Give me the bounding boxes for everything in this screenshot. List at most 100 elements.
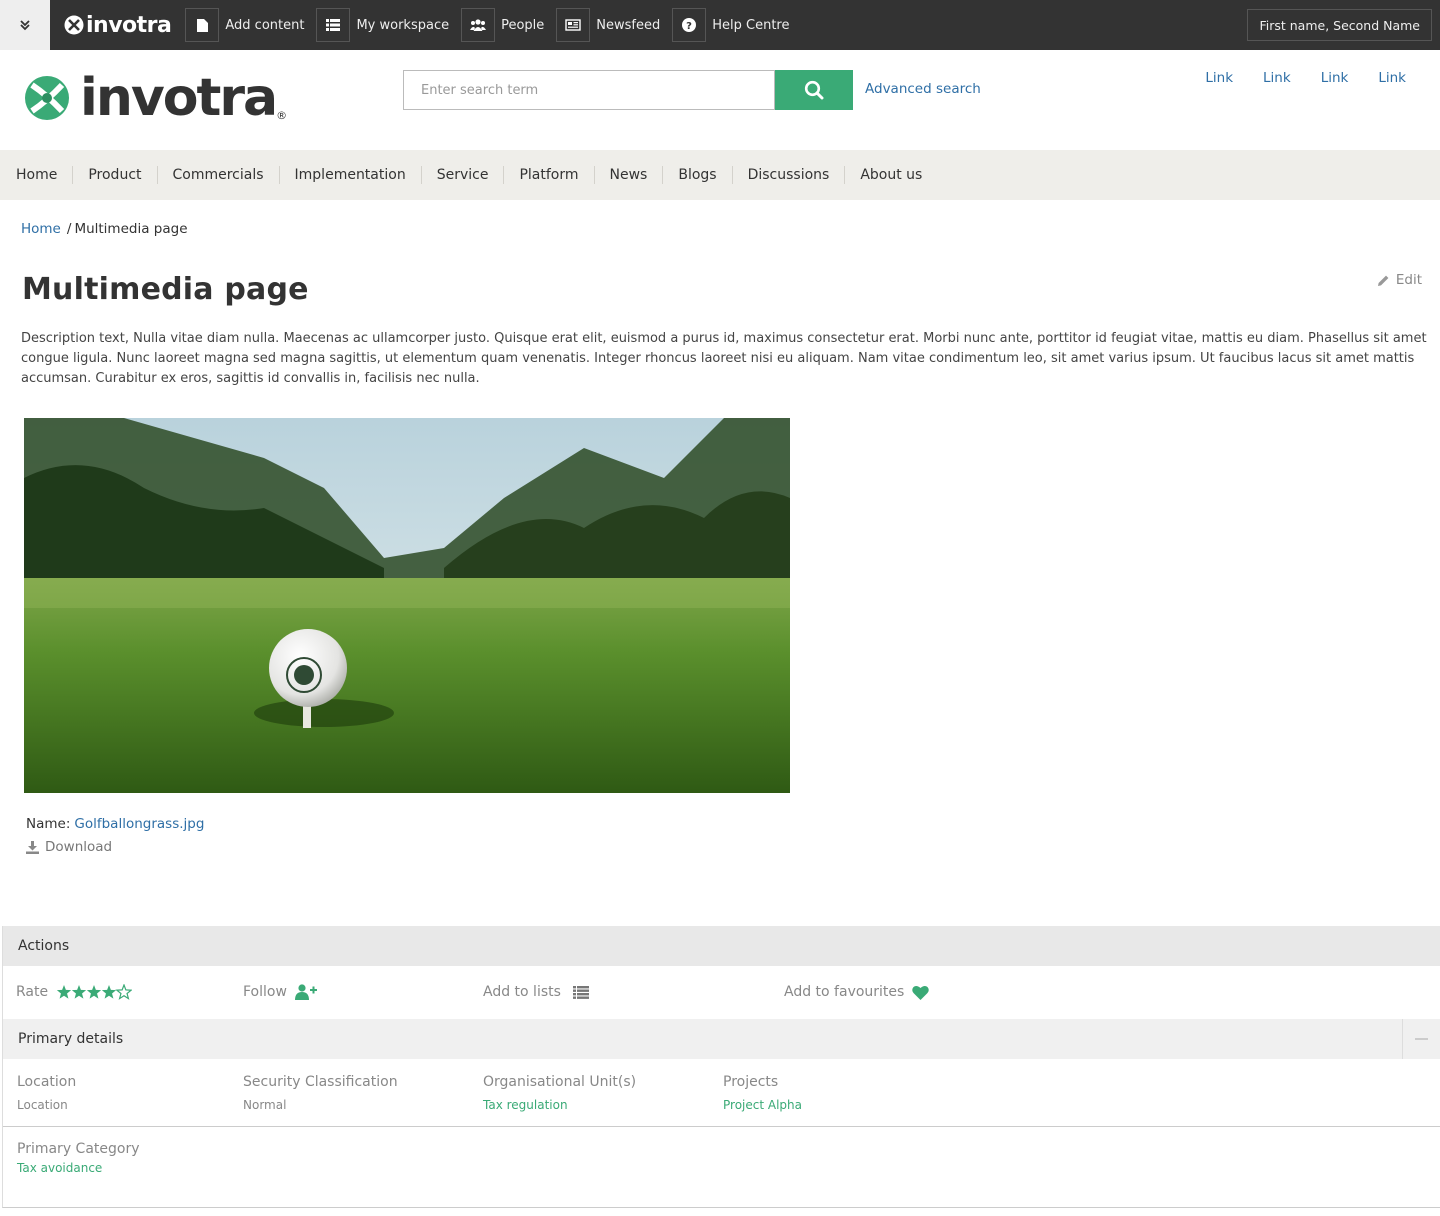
nav-item-commercials[interactable]: Commercials: [156, 166, 279, 184]
search-icon: [804, 80, 824, 100]
brand-wordmark: invotra: [80, 68, 278, 128]
newsfeed-button[interactable]: Newsfeed: [556, 8, 660, 42]
rate-control[interactable]: Rate: [16, 984, 133, 1000]
nav-item-platform[interactable]: Platform: [503, 166, 593, 184]
users-icon: [470, 19, 487, 31]
question-icon: ?: [682, 18, 697, 32]
add-to-favourites-label: Add to favourites: [784, 984, 905, 1000]
nav-item-about-us[interactable]: About us: [844, 166, 937, 184]
list-icon: [326, 19, 341, 31]
organisational-unit-link[interactable]: Tax regulation: [483, 1098, 636, 1112]
nav-item-service[interactable]: Service: [420, 166, 504, 184]
edit-label: Edit: [1395, 272, 1422, 288]
double-chevron-down-icon: [20, 20, 30, 31]
edit-button[interactable]: Edit: [1377, 272, 1422, 288]
breadcrumb-separator: /: [66, 221, 72, 237]
add-content-button[interactable]: Add content: [185, 8, 304, 42]
help-centre-label: Help Centre: [712, 17, 790, 33]
projects-label: Projects: [723, 1074, 779, 1090]
pencil-icon: [1377, 275, 1389, 286]
toolbar-logo[interactable]: invotra: [64, 12, 172, 38]
breadcrumb-home-link[interactable]: Home: [21, 221, 61, 237]
collapse-button[interactable]: [1402, 1019, 1440, 1059]
download-label: Download: [45, 839, 113, 855]
add-to-favourites-button[interactable]: Add to favourites: [784, 984, 930, 1000]
list-icon: [572, 985, 589, 999]
follow-button[interactable]: Follow: [243, 984, 317, 1000]
header-link-4[interactable]: Link: [1378, 70, 1406, 86]
location-field: Location Location: [17, 1074, 76, 1112]
actions-header[interactable]: Actions: [3, 926, 1440, 966]
people-icon-box: [461, 8, 496, 42]
site-logo[interactable]: invotra ®: [24, 72, 287, 124]
main-navigation: Home Product Commercials Implementation …: [0, 150, 1440, 200]
file-name-row: Name: Golfballongrass.jpg: [26, 816, 204, 832]
newspaper-icon: [565, 19, 581, 31]
help-centre-button[interactable]: ? Help Centre: [672, 8, 790, 42]
details-divider: [3, 1126, 1440, 1127]
toolbar-logo-text: invotra: [86, 12, 172, 38]
help-centre-icon-box: ?: [672, 8, 707, 42]
header-links: Link Link Link Link: [1175, 70, 1406, 86]
search-button[interactable]: [775, 70, 853, 110]
site-header: invotra ® Advanced search Link Link Link…: [0, 50, 1440, 150]
actions-row: Rate Follow Add to lists Add to favourit…: [3, 966, 1440, 1019]
page-title: Multimedia page: [22, 272, 309, 307]
breadcrumb-current: Multimedia page: [74, 221, 188, 237]
page-description: Description text, Nulla vitae diam nulla…: [21, 331, 1427, 386]
golf-ball-photo: [24, 418, 790, 793]
header-link-2[interactable]: Link: [1263, 70, 1291, 86]
invotra-logo-icon: [25, 76, 69, 120]
advanced-search-link[interactable]: Advanced search: [865, 81, 981, 97]
rate-label: Rate: [16, 984, 49, 1000]
rating-stars[interactable]: [56, 984, 133, 1000]
header-link-3[interactable]: Link: [1321, 70, 1349, 86]
add-to-lists-label: Add to lists: [483, 984, 561, 1000]
primary-category-field: Primary Category Tax avoidance: [17, 1141, 140, 1175]
nav-item-discussions[interactable]: Discussions: [731, 166, 845, 184]
invotra-mark-icon: [64, 15, 84, 35]
my-workspace-label: My workspace: [356, 17, 450, 33]
star-filled-icon[interactable]: [86, 985, 102, 999]
star-filled-icon[interactable]: [71, 985, 87, 999]
nav-item-home[interactable]: Home: [0, 166, 72, 184]
golf-ball-image: [24, 418, 790, 793]
projects-link[interactable]: Project Alpha: [723, 1098, 802, 1112]
file-name-label: Name:: [26, 816, 71, 832]
star-rating-icon: [56, 984, 133, 1000]
svg-text:?: ?: [686, 21, 692, 32]
nav-item-product[interactable]: Product: [72, 166, 156, 184]
primary-category-label: Primary Category: [17, 1141, 140, 1157]
file-icon: [196, 18, 208, 32]
heart-icon: [912, 985, 930, 1000]
search-input[interactable]: [403, 70, 775, 110]
my-workspace-button[interactable]: My workspace: [316, 8, 449, 42]
location-value: Location: [17, 1098, 68, 1112]
file-name-link[interactable]: Golfballongrass.jpg: [74, 816, 204, 832]
primary-category-link[interactable]: Tax avoidance: [17, 1161, 140, 1175]
security-classification-value: Normal: [243, 1098, 287, 1112]
user-menu-button[interactable]: First name, Second Name: [1247, 9, 1432, 41]
newsfeed-label: Newsfeed: [596, 17, 661, 33]
nav-item-news[interactable]: News: [593, 166, 663, 184]
follow-icon-wrap: [294, 984, 317, 1000]
star-filled-icon[interactable]: [56, 985, 72, 999]
security-classification-label: Security Classification: [243, 1074, 398, 1090]
lists-icon-wrap: [572, 985, 589, 999]
user-plus-icon: [294, 984, 317, 1000]
newsfeed-icon-box: [556, 8, 591, 42]
organisational-unit-field: Organisational Unit(s) Tax regulation: [483, 1074, 636, 1112]
admin-toolbar: invotra Add content My workspace People …: [0, 0, 1440, 50]
toolbar-toggle-button[interactable]: [0, 0, 50, 50]
people-button[interactable]: People: [461, 8, 544, 42]
breadcrumb: Home / Multimedia page: [21, 221, 188, 237]
star-filled-icon[interactable]: [101, 985, 117, 999]
add-to-lists-button[interactable]: Add to lists: [483, 984, 589, 1000]
download-link[interactable]: Download: [26, 839, 112, 855]
star-empty-icon[interactable]: [115, 984, 133, 1000]
nav-item-implementation[interactable]: Implementation: [278, 166, 421, 184]
header-link-1[interactable]: Link: [1205, 70, 1233, 86]
primary-details-header[interactable]: Primary details: [3, 1019, 1440, 1059]
nav-item-blogs[interactable]: Blogs: [662, 166, 731, 184]
brand-registered-mark: ®: [276, 109, 288, 122]
